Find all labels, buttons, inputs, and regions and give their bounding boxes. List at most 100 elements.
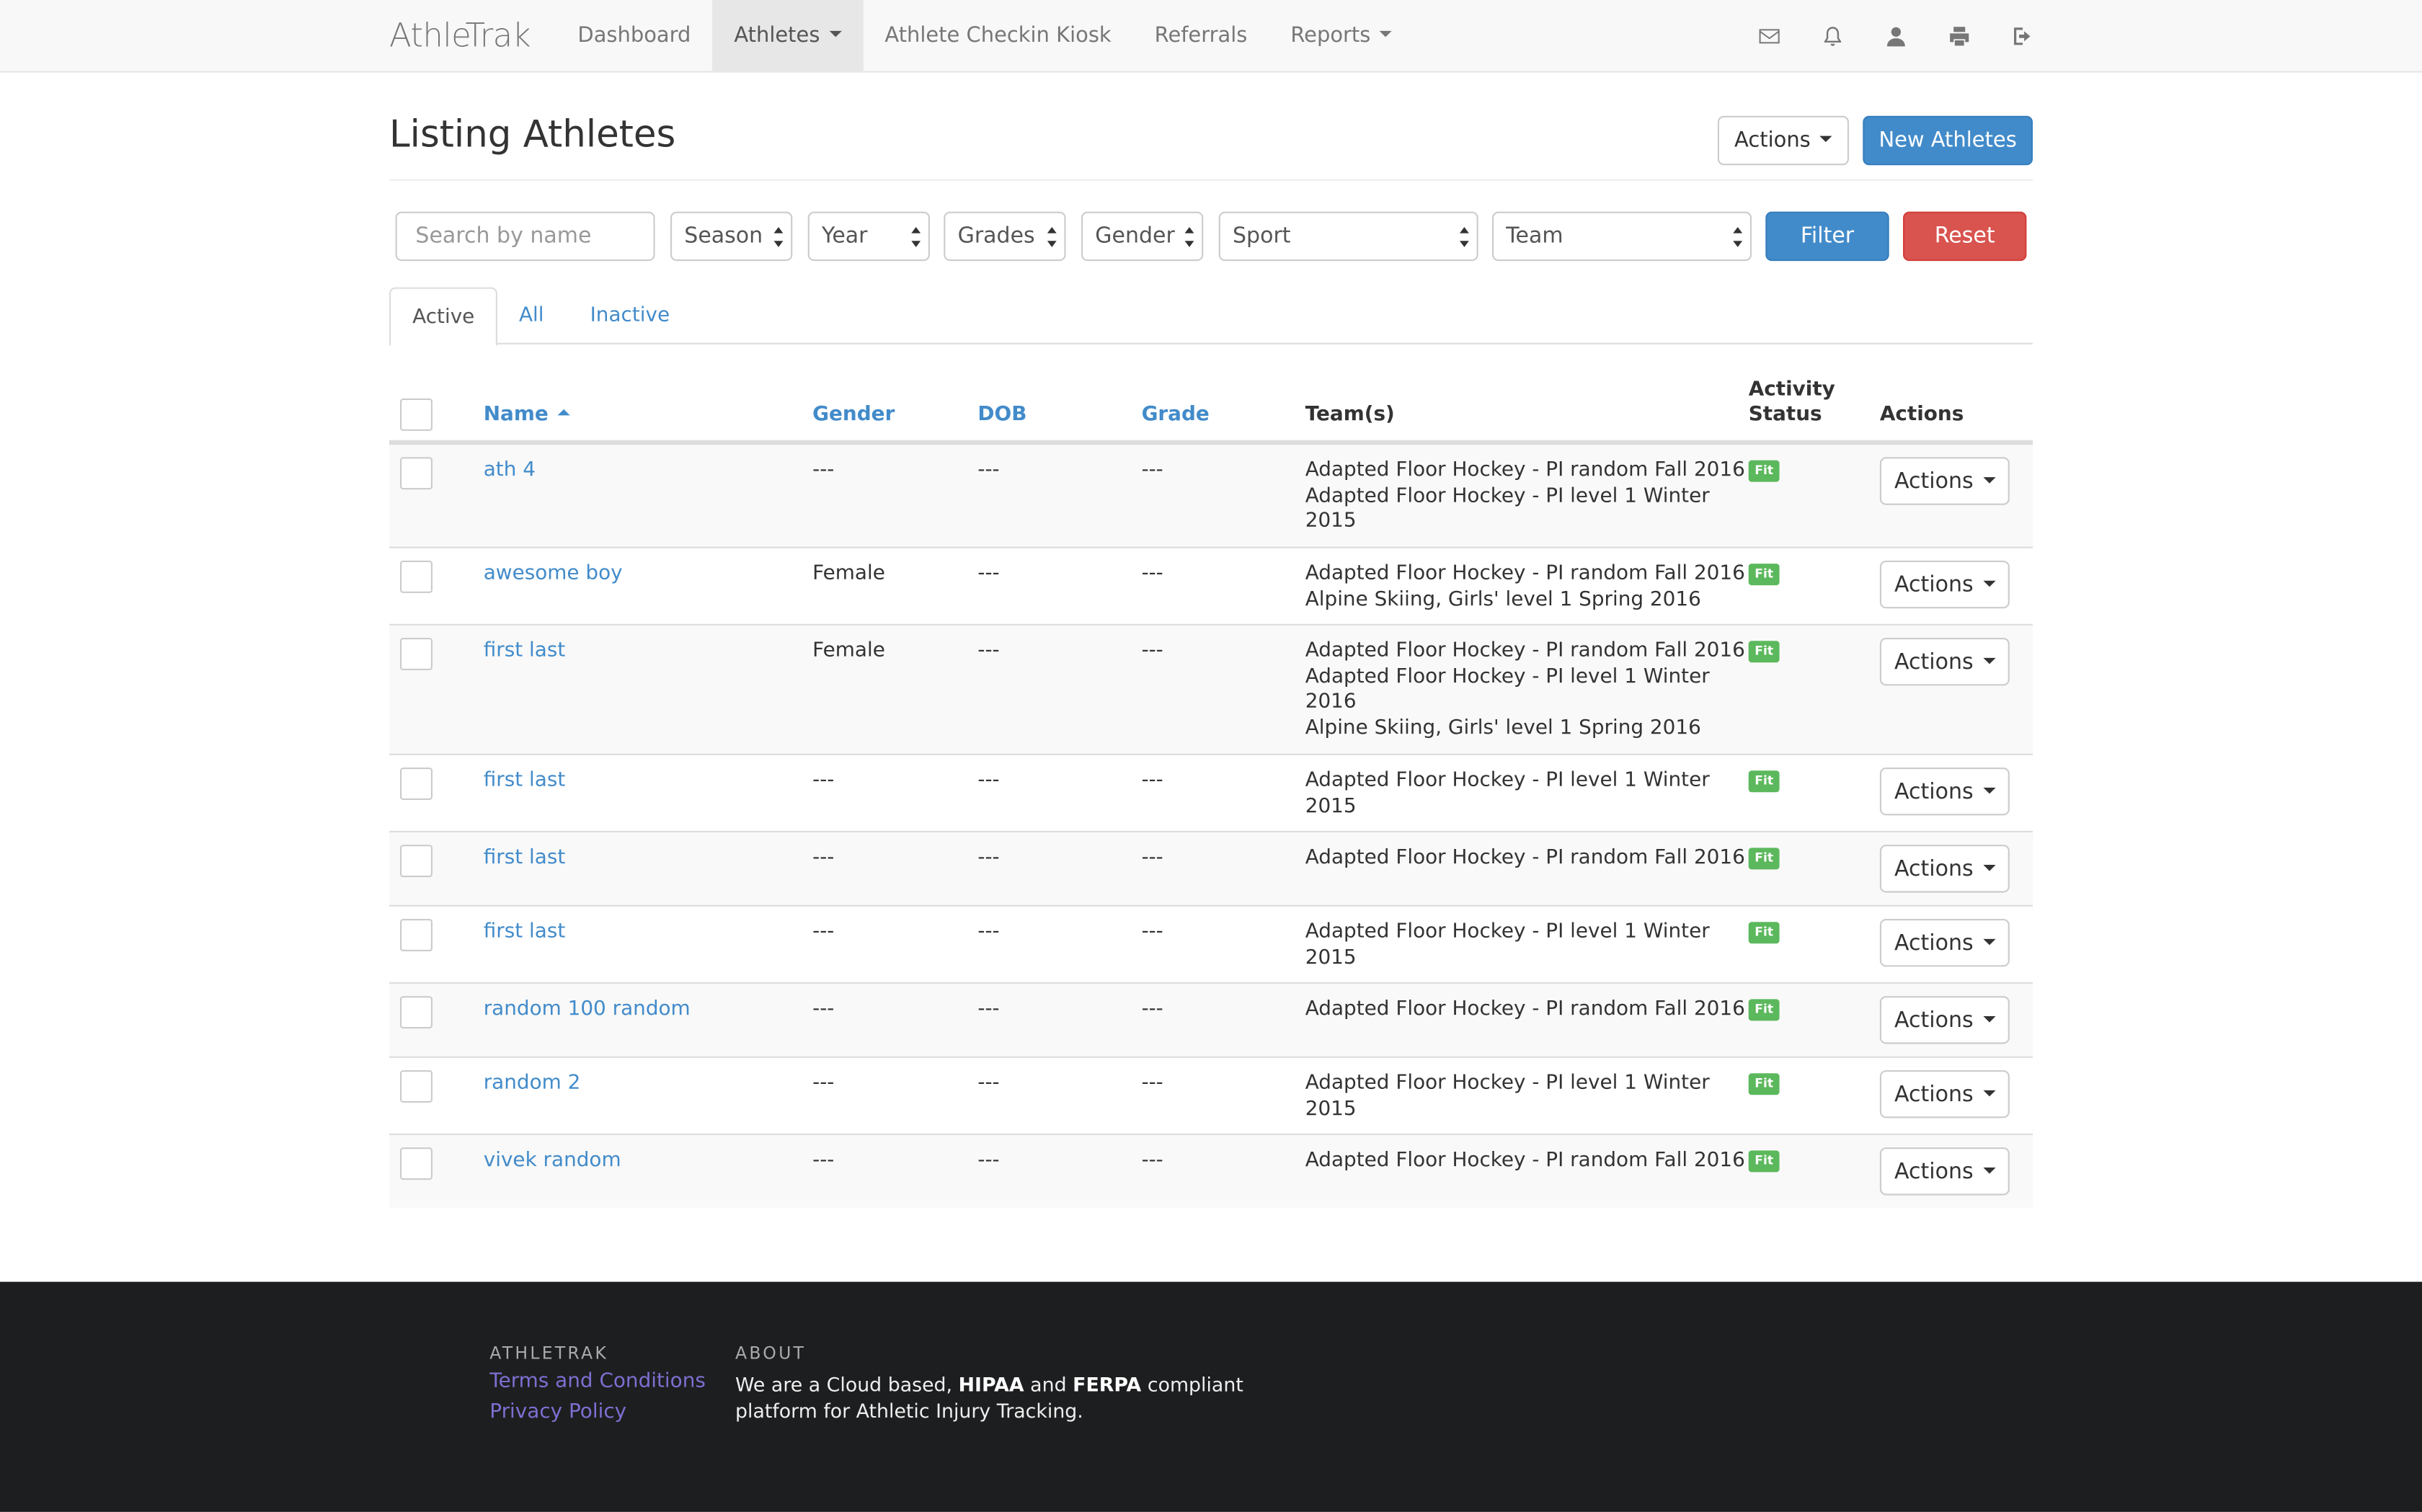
- column-header-grade[interactable]: Grade: [1142, 403, 1210, 427]
- row-actions-label: Actions: [1894, 468, 1974, 494]
- caret-down-icon: [1982, 1166, 1995, 1173]
- row-actions-button[interactable]: Actions: [1879, 768, 2010, 816]
- tab-all[interactable]: All: [497, 288, 566, 344]
- caret-down-icon: [1982, 476, 1995, 483]
- row-actions-button[interactable]: Actions: [1879, 638, 2010, 686]
- caret-down-icon: [829, 30, 842, 37]
- row-actions-button[interactable]: Actions: [1879, 1147, 2010, 1196]
- grades-select[interactable]: Grades: [944, 211, 1066, 262]
- nav-item-label: Reports: [1290, 23, 1371, 48]
- row-actions-button[interactable]: Actions: [1879, 1070, 2010, 1119]
- nav-item-referrals[interactable]: Referrals: [1133, 0, 1269, 71]
- about-text-hipaa: HIPAA: [958, 1373, 1024, 1397]
- about-text-pre: We are a Cloud based,: [735, 1373, 953, 1397]
- print-icon[interactable]: [1946, 22, 1972, 48]
- select-arrows-icon: [773, 227, 784, 247]
- row-checkbox[interactable]: [400, 845, 432, 878]
- column-header-dob[interactable]: DOB: [977, 403, 1026, 427]
- team-line: Alpine Skiing, Girls' level 1 Spring 201…: [1305, 716, 1701, 740]
- season-select[interactable]: Season: [670, 211, 793, 262]
- row-actions-label: Actions: [1894, 1008, 1974, 1033]
- bell-icon[interactable]: [1819, 22, 1845, 48]
- activity-status-badge: Fit: [1748, 641, 1780, 663]
- row-checkbox[interactable]: [400, 638, 432, 670]
- athlete-grade: ---: [1141, 639, 1163, 663]
- athlete-dob: ---: [977, 846, 1000, 870]
- user-icon[interactable]: [1883, 22, 1909, 48]
- nav-item-dashboard[interactable]: Dashboard: [556, 0, 712, 71]
- athlete-teams: Adapted Floor Hockey - PI random Fall 20…: [1305, 1149, 1745, 1175]
- row-actions-label: Actions: [1894, 1159, 1974, 1184]
- column-header-gender[interactable]: Gender: [812, 403, 895, 427]
- nav-item-label: Referrals: [1154, 23, 1248, 48]
- column-header-name-label: Name: [483, 403, 549, 427]
- tab-active[interactable]: Active: [389, 287, 498, 346]
- caret-down-icon: [1380, 30, 1393, 37]
- nav-item-athletes[interactable]: Athletes: [712, 0, 864, 71]
- row-checkbox[interactable]: [400, 919, 432, 951]
- caret-down-icon: [1982, 657, 1995, 664]
- row-checkbox[interactable]: [400, 768, 432, 800]
- page-title: Listing Athletes: [389, 112, 676, 156]
- team-line: Adapted Floor Hockey - PI random Fall 20…: [1305, 562, 1745, 586]
- tab-inactive[interactable]: Inactive: [569, 288, 692, 344]
- row-checkbox[interactable]: [400, 1070, 432, 1103]
- athlete-name-link[interactable]: random 2: [484, 1072, 581, 1098]
- row-actions-button[interactable]: Actions: [1879, 560, 2010, 609]
- activity-status-badge: Fit: [1748, 564, 1780, 586]
- nav-item-reports[interactable]: Reports: [1269, 0, 1414, 71]
- athlete-teams: Adapted Floor Hockey - PI random Fall 20…: [1305, 562, 1745, 614]
- caret-down-icon: [1982, 938, 1995, 945]
- search-name-input[interactable]: Search by name: [395, 211, 655, 262]
- status-tabs: Active All Inactive: [389, 287, 2033, 346]
- row-checkbox[interactable]: [400, 560, 432, 593]
- row-checkbox[interactable]: [400, 1147, 432, 1180]
- activity-status-badge: Fit: [1748, 922, 1780, 944]
- activity-status-badge: Fit: [1748, 999, 1780, 1021]
- sport-select-value: Sport: [1233, 223, 1291, 249]
- sort-ascending-icon: [557, 409, 570, 416]
- sport-select[interactable]: Sport: [1218, 211, 1478, 262]
- actions-dropdown-button[interactable]: Actions: [1717, 115, 1849, 166]
- athletes-table: Name Gender DOB Grade Team(s) Activity St…: [389, 370, 2033, 1208]
- row-actions-button[interactable]: Actions: [1879, 845, 2010, 893]
- envelope-icon[interactable]: [1756, 22, 1782, 48]
- athlete-name-link[interactable]: vivek random: [484, 1149, 621, 1175]
- row-actions-button[interactable]: Actions: [1879, 996, 2010, 1044]
- row-actions-label: Actions: [1894, 572, 1974, 597]
- table-row: random 100 random --- --- --- Adapted Floor …: [389, 982, 2033, 1057]
- select-all-checkbox[interactable]: [400, 398, 432, 431]
- row-actions-button[interactable]: Actions: [1879, 457, 2010, 505]
- logout-icon[interactable]: [2010, 22, 2036, 48]
- new-athletes-button[interactable]: New Athletes: [1863, 115, 2033, 166]
- footer-about-text: We are a Cloud based, HIPAA and FERPA co…: [735, 1371, 1322, 1424]
- brand-logo[interactable]: AthleTrak: [389, 17, 531, 54]
- team-select-value: Team: [1506, 223, 1563, 249]
- reset-button[interactable]: Reset: [1903, 211, 2027, 262]
- team-select[interactable]: Team: [1492, 211, 1752, 262]
- table-row: first last --- --- --- Adapted Floor Hockey …: [389, 830, 2033, 905]
- athlete-gender: ---: [812, 769, 835, 793]
- athlete-name-link[interactable]: first last: [484, 639, 566, 665]
- row-checkbox[interactable]: [400, 457, 432, 490]
- athlete-name-link[interactable]: first last: [484, 769, 566, 795]
- athlete-name-link[interactable]: ath 4: [484, 458, 536, 484]
- gender-select[interactable]: Gender: [1081, 211, 1204, 262]
- privacy-link[interactable]: Privacy Policy: [489, 1401, 626, 1424]
- table-row: first last --- --- --- Adapted Floor Hockey …: [389, 904, 2033, 982]
- year-select[interactable]: Year: [807, 211, 930, 262]
- athlete-teams: Adapted Floor Hockey - PI level 1 Winter…: [1305, 1072, 1710, 1124]
- athlete-name-link[interactable]: first last: [484, 920, 566, 946]
- filter-button[interactable]: Filter: [1765, 211, 1889, 262]
- nav-item-athlete-checkin-kiosk[interactable]: Athlete Checkin Kiosk: [863, 0, 1132, 71]
- athlete-name-link[interactable]: awesome boy: [484, 562, 623, 588]
- row-actions-button[interactable]: Actions: [1879, 919, 2010, 967]
- column-header-name[interactable]: Name: [484, 403, 570, 427]
- terms-link[interactable]: Terms and Conditions: [489, 1370, 706, 1393]
- athlete-name-link[interactable]: first last: [484, 846, 566, 872]
- table-row: ath 4 --- --- --- Adapted Floor Hockey - PI …: [389, 443, 2033, 547]
- athlete-name-link[interactable]: random 100 random: [484, 997, 691, 1023]
- row-checkbox[interactable]: [400, 996, 432, 1029]
- nav-menu: Dashboard Athletes Athlete Checkin Kiosk Re…: [556, 0, 1414, 71]
- nav-item-label: Athlete Checkin Kiosk: [884, 23, 1112, 48]
